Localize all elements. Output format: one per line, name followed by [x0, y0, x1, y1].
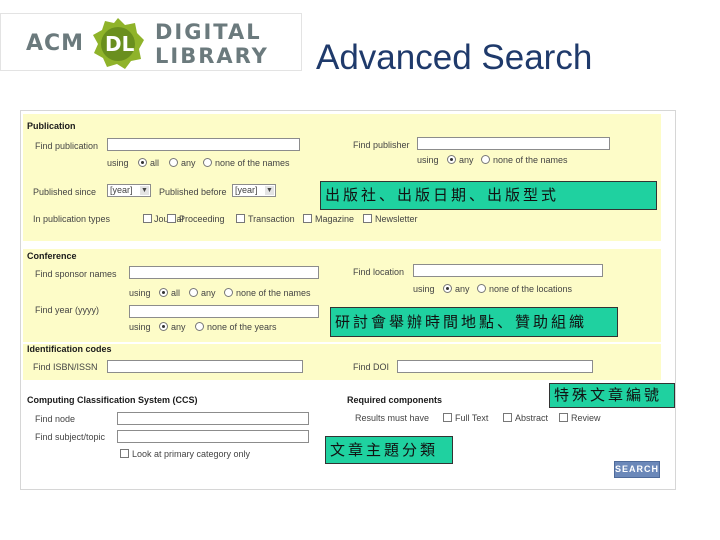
publisher-any-radio[interactable] — [447, 155, 456, 164]
pub-all-radio[interactable] — [138, 158, 147, 167]
year-any-label: any — [171, 322, 186, 332]
publisher-any-label: any — [459, 155, 474, 165]
published-before-select[interactable]: [year] ▼ — [232, 184, 276, 197]
doi-input[interactable] — [397, 360, 593, 373]
page-title: Advanced Search — [316, 38, 593, 77]
conference-annotation: 研討會舉辦時間地點、贊助組織 — [330, 307, 618, 337]
find-location-input[interactable] — [413, 264, 603, 277]
search-button[interactable]: SEARCH — [614, 461, 660, 478]
type-newsletter-label: Newsletter — [375, 214, 418, 224]
conference-title: Conference — [27, 251, 77, 261]
find-publication-label: Find publication — [35, 141, 99, 151]
doi-label: Find DOI — [353, 362, 390, 372]
publisher-none-label: none of the names — [493, 155, 568, 165]
review-label: Review — [571, 413, 601, 423]
sponsor-using-label: using — [129, 288, 151, 298]
type-transaction-checkbox[interactable] — [236, 214, 245, 223]
published-before-value: [year] — [235, 185, 258, 195]
find-location-label: Find location — [353, 267, 405, 277]
type-transaction-label: Transaction — [248, 214, 295, 224]
abstract-label: Abstract — [515, 413, 549, 423]
find-sponsor-label: Find sponsor names — [35, 269, 117, 279]
find-year-input[interactable] — [129, 305, 319, 318]
logo-word-digital: DIGITAL — [155, 20, 262, 44]
year-any-radio[interactable] — [159, 322, 168, 331]
sponsor-all-radio[interactable] — [159, 288, 168, 297]
location-using-label: using — [413, 284, 435, 294]
review-checkbox[interactable] — [559, 413, 568, 422]
fulltext-label: Full Text — [455, 413, 489, 423]
pub-all-label: all — [150, 158, 160, 168]
fulltext-checkbox[interactable] — [443, 413, 452, 422]
publisher-none-radio[interactable] — [481, 155, 490, 164]
ccs-annotation: 文章主題分類 — [325, 436, 453, 464]
identification-title: Identification codes — [27, 344, 112, 354]
sponsor-all-label: all — [171, 288, 181, 298]
sponsor-any-radio[interactable] — [189, 288, 198, 297]
sponsor-none-radio[interactable] — [224, 288, 233, 297]
find-node-label: Find node — [35, 414, 76, 424]
logo-dl-text: DL — [105, 32, 135, 56]
ccs-title: Computing Classification System (CCS) — [27, 395, 198, 405]
publication-annotation: 出版社、出版日期、出版型式 — [320, 181, 657, 210]
type-newsletter-checkbox[interactable] — [363, 214, 372, 223]
isbn-input[interactable] — [107, 360, 303, 373]
pub-none-radio[interactable] — [203, 158, 212, 167]
sponsor-none-label: none of the names — [236, 288, 311, 298]
type-magazine-checkbox[interactable] — [303, 214, 312, 223]
chevron-down-icon: ▼ — [265, 186, 274, 195]
type-journal-checkbox[interactable] — [143, 214, 152, 223]
publisher-using-label: using — [417, 155, 439, 165]
results-label: Results must have — [355, 413, 430, 423]
required-title: Required components — [347, 395, 443, 405]
location-any-label: any — [455, 284, 470, 294]
location-any-radio[interactable] — [443, 284, 452, 293]
published-since-select[interactable]: [year] ▼ — [107, 184, 151, 197]
year-none-label: none of the years — [207, 322, 277, 332]
find-subject-input[interactable] — [117, 430, 309, 443]
logo-acm-text: ACM — [26, 31, 85, 56]
year-using-label: using — [129, 322, 151, 332]
abstract-checkbox[interactable] — [503, 413, 512, 422]
find-subject-label: Find subject/topic — [35, 432, 106, 442]
acm-dl-logo: ACM DL DIGITAL LIBRARY — [0, 13, 302, 71]
type-proceeding-checkbox[interactable] — [167, 214, 176, 223]
type-magazine-label: Magazine — [315, 214, 355, 224]
pub-any-radio[interactable] — [169, 158, 178, 167]
advanced-search-form: Publication Find publication Find publis… — [20, 110, 676, 490]
publication-title: Publication — [27, 121, 76, 131]
year-none-radio[interactable] — [195, 322, 204, 331]
sponsor-any-label: any — [201, 288, 216, 298]
types-label: In publication types — [33, 214, 111, 224]
type-proceeding-label: Proceeding — [179, 214, 225, 224]
location-none-label: none of the locations — [489, 284, 573, 294]
primary-category-checkbox[interactable] — [120, 449, 129, 458]
find-publication-input[interactable] — [107, 138, 300, 151]
pub-any-label: any — [181, 158, 196, 168]
find-sponsor-input[interactable] — [129, 266, 319, 279]
primary-category-label: Look at primary category only — [132, 449, 251, 459]
find-node-input[interactable] — [117, 412, 309, 425]
find-publisher-label: Find publisher — [353, 140, 410, 150]
find-publisher-input[interactable] — [417, 137, 610, 150]
published-since-value: [year] — [110, 185, 133, 195]
published-since-label: Published since — [33, 187, 97, 197]
logo-word-library: LIBRARY — [155, 44, 269, 68]
location-none-radio[interactable] — [477, 284, 486, 293]
chevron-down-icon: ▼ — [140, 186, 149, 195]
pub-using-label: using — [107, 158, 129, 168]
published-before-label: Published before — [159, 187, 227, 197]
find-year-label: Find year (yyyy) — [35, 305, 100, 315]
pub-none-label: none of the names — [215, 158, 290, 168]
id-annotation: 特殊文章編號 — [549, 383, 675, 408]
isbn-label: Find ISBN/ISSN — [33, 362, 98, 372]
